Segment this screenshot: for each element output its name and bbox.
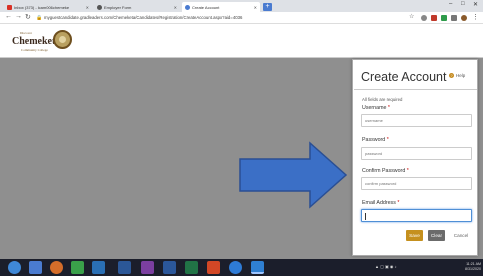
lock-icon: 🔒 (36, 15, 43, 21)
extension-icon[interactable] (431, 15, 437, 21)
email-label: Email Address * (362, 200, 400, 206)
tab-label: Create Account (192, 4, 220, 10)
help-link[interactable]: ? Help (449, 73, 465, 78)
app-icon[interactable] (92, 261, 105, 274)
tab-label: Employer Form (104, 4, 132, 10)
maximize-icon[interactable]: □ (461, 1, 465, 7)
save-button[interactable]: Save (406, 230, 423, 241)
browser-tab-strip: Inbox (373) - lcam006chemeke ✕ Employer … (0, 0, 483, 12)
help-icon: ? (449, 73, 454, 78)
reload-icon[interactable]: ↻ (25, 13, 31, 21)
address-bar[interactable]: myguestcandidate.gradleaders.com/Chemeke… (44, 14, 404, 22)
app-icon[interactable] (50, 261, 63, 274)
confirm-password-field[interactable] (361, 177, 472, 190)
start-icon[interactable] (8, 261, 21, 274)
confirm-password-label: Confirm Password * (362, 168, 409, 174)
tab-inbox[interactable]: Inbox (373) - lcam006chemeke ✕ (4, 2, 92, 12)
close-icon[interactable]: ✕ (254, 5, 257, 10)
app-icon[interactable] (71, 261, 84, 274)
clock[interactable]: 11:21 AM 8/31/2020 (459, 262, 481, 272)
dialog-title: Create Account (361, 70, 447, 84)
email-field[interactable] (361, 209, 472, 222)
page-icon (97, 4, 102, 10)
logo-subtitle: Community College (21, 48, 48, 52)
close-icon[interactable]: ✕ (86, 5, 89, 10)
minimize-icon[interactable]: – (449, 1, 452, 7)
tab-label: Inbox (373) - lcam006chemeke (14, 4, 70, 10)
clock-date: 8/31/2020 (465, 267, 481, 271)
profile-avatar[interactable] (461, 15, 467, 21)
browser-toolbar: ← → ↻ 🔒 myguestcandidate.gradleaders.com… (0, 12, 483, 24)
taskbar: ▲ ▢ ▣ ◉ ♪ 11:21 AM 8/31/2020 (0, 259, 483, 276)
new-tab-button[interactable]: + (263, 3, 272, 11)
tray-icons[interactable]: ▲ ▢ ▣ ◉ ♪ (375, 264, 396, 269)
logo-tagline: Discover (20, 31, 32, 35)
cancel-button[interactable]: Cancel (450, 230, 472, 241)
screen: Inbox (373) - lcam006chemeke ✕ Employer … (0, 0, 483, 276)
app-icon[interactable] (29, 261, 42, 274)
text-cursor (365, 213, 366, 220)
app-icon[interactable] (118, 261, 131, 274)
college-header: Discover Chemeketa Community College (0, 24, 483, 58)
clear-button[interactable]: Clear (428, 230, 445, 241)
word-icon[interactable] (163, 261, 176, 274)
close-window-icon[interactable]: ✕ (473, 1, 478, 8)
pointer-arrow (239, 141, 348, 209)
extension-icon[interactable] (451, 15, 457, 21)
help-label: Help (456, 73, 466, 78)
required-note: All fields are required (362, 97, 403, 102)
edge-icon[interactable] (229, 261, 242, 274)
username-field[interactable] (361, 114, 472, 127)
back-icon[interactable]: ← (5, 13, 12, 20)
chrome-icon[interactable] (251, 261, 264, 274)
create-account-dialog: Create Account ? Help All fields are req… (352, 59, 478, 256)
excel-icon[interactable] (185, 261, 198, 274)
extension-icon[interactable] (421, 15, 427, 21)
star-icon[interactable]: ☆ (409, 13, 414, 20)
tab-employer-form[interactable]: Employer Form ✕ (94, 2, 180, 12)
tab-create-account[interactable]: Create Account ✕ (182, 2, 260, 12)
password-label: Password * (362, 137, 389, 143)
username-label: Username * (362, 105, 390, 111)
divider (354, 89, 477, 90)
menu-icon[interactable]: ⋮ (472, 13, 479, 21)
app-icon[interactable] (141, 261, 154, 274)
powerpoint-icon[interactable] (207, 261, 220, 274)
close-icon[interactable]: ✕ (174, 5, 177, 10)
page-icon (185, 4, 190, 10)
college-seal-icon (53, 30, 72, 49)
gmail-icon (7, 4, 12, 10)
password-field[interactable] (361, 147, 472, 160)
extension-icon[interactable] (441, 15, 447, 21)
forward-icon[interactable]: → (15, 13, 22, 20)
